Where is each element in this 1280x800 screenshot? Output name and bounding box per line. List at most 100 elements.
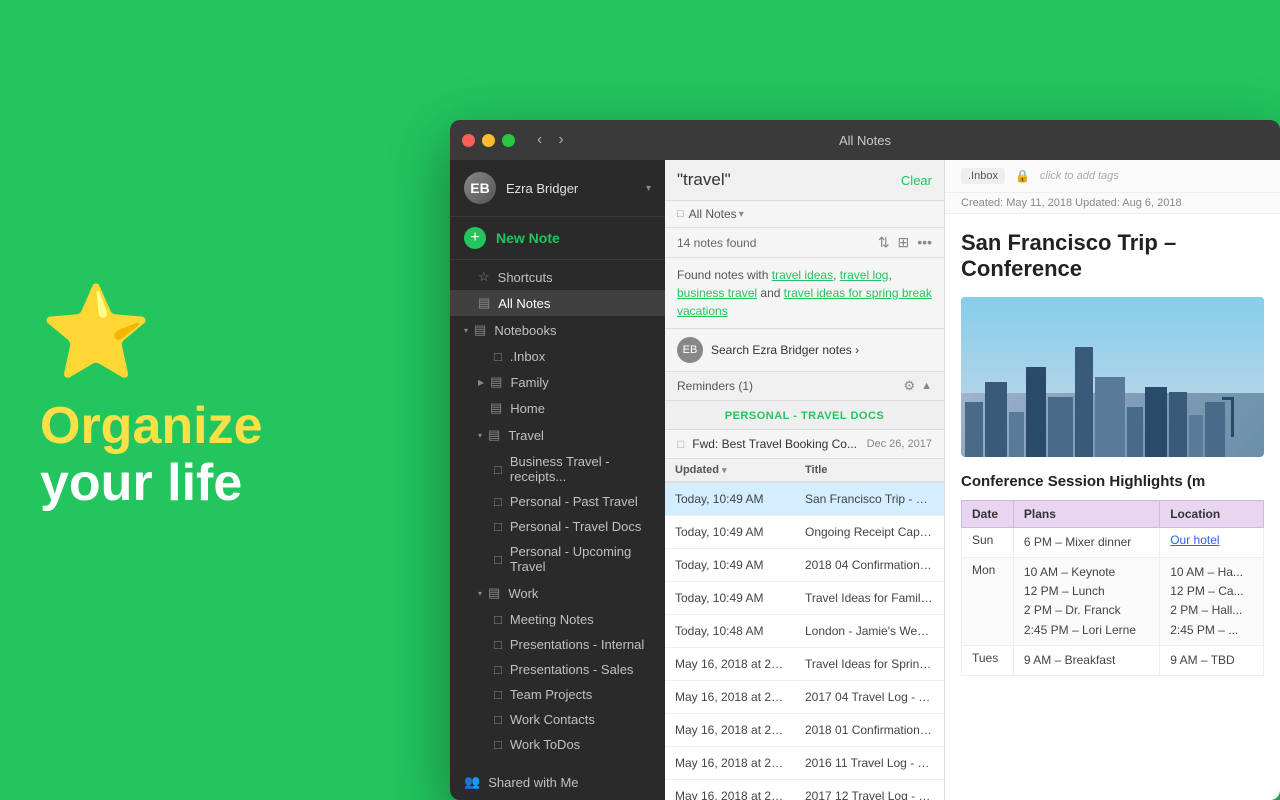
tagline-life: your life	[40, 455, 410, 512]
sidebar-item-personal-travel-docs[interactable]: □ Personal - Travel Docs	[450, 514, 665, 539]
col-updated-header[interactable]: Updated ▾	[665, 459, 795, 481]
sidebar-item-work-todos[interactable]: □ Work ToDos	[450, 732, 665, 757]
building-1	[965, 402, 983, 457]
search-user-row[interactable]: EB Search Ezra Bridger notes ›	[665, 329, 944, 372]
nav-arrows: ‹ ›	[531, 129, 570, 151]
table-header-plans: Plans	[1013, 500, 1159, 527]
sidebar-item-work-contacts[interactable]: □ Work Contacts	[450, 707, 665, 732]
background-area: ⭐ Organize your life	[0, 0, 450, 800]
personal-upcoming-label: Personal - Upcoming Travel	[510, 544, 651, 574]
reminder-item[interactable]: □ Fwd: Best Travel Booking Co... Dec 26,…	[665, 430, 944, 459]
sidebar-item-personal-upcoming[interactable]: □ Personal - Upcoming Travel	[450, 539, 665, 579]
sidebar-item-family[interactable]: ▶ ▤ Family	[450, 369, 665, 395]
reminders-gear-icon[interactable]: ⚙	[903, 378, 915, 394]
new-note-button[interactable]: + New Note	[450, 217, 665, 260]
table-row[interactable]: Today, 10:48 AM London - Jamie's Wedding	[665, 615, 944, 648]
table-row[interactable]: Today, 10:49 AM 2018 04 Confirmations fo…	[665, 549, 944, 582]
note-title-2: 2018 04 Confirmations for Trav...	[795, 555, 944, 575]
tag-link-2[interactable]: travel log	[840, 268, 889, 282]
family-label: Family	[510, 375, 651, 390]
sidebar-item-work[interactable]: ▾ ▤ Work	[450, 579, 665, 607]
work-contacts-label: Work Contacts	[510, 712, 651, 727]
notebooks-triangle-icon: ▾	[464, 326, 468, 335]
sidebar-item-travel[interactable]: ▾ ▤ Travel	[450, 421, 665, 449]
presentations-internal-label: Presentations - Internal	[510, 637, 651, 652]
building-9	[1145, 387, 1167, 457]
location-cell-1: 10 AM – Ha...12 PM – Ca...2 PM – Hall...…	[1160, 557, 1264, 645]
inbox-label: .Inbox	[510, 349, 651, 364]
building-6	[1075, 347, 1093, 457]
table-row[interactable]: Today, 10:49 AM San Francisco Trip - Con…	[665, 483, 944, 516]
nav-back-button[interactable]: ‹	[531, 129, 548, 151]
table-row[interactable]: May 16, 2018 at 2:07 PM 2017 12 Travel L…	[665, 780, 944, 800]
clear-search-button[interactable]: Clear	[901, 173, 932, 188]
reminder-note-icon: □	[677, 437, 684, 451]
user-row[interactable]: EB Ezra Bridger ▾	[450, 160, 665, 217]
sidebar-item-all-notes[interactable]: ▤ All Notes	[450, 290, 665, 316]
shared-icon: 👥	[464, 774, 480, 790]
note-title-7: 2018 01 Confirmations for Trav...	[795, 720, 944, 740]
scope-arrow-icon: ▾	[739, 209, 744, 220]
maximize-button[interactable]	[502, 134, 515, 147]
note-updated-7: May 16, 2018 at 2:13 PM	[665, 720, 795, 740]
table-row[interactable]: May 16, 2018 at 2:07 PM 2016 11 Travel L…	[665, 747, 944, 780]
search-user-text: Search Ezra Bridger notes ›	[711, 343, 859, 357]
notebooks-header[interactable]: ▾ ▤ Notebooks	[450, 316, 665, 344]
note-title-6: 2017 04 Travel Log - Toronto	[795, 687, 944, 707]
sidebar-item-presentations-sales[interactable]: □ Presentations - Sales	[450, 657, 665, 682]
title-bar: ‹ › All Notes	[450, 120, 1280, 160]
nav-forward-button[interactable]: ›	[552, 129, 569, 151]
note-section-title: Conference Session Highlights (m	[961, 473, 1264, 490]
sidebar-item-shortcuts[interactable]: ☆ Shortcuts	[450, 264, 665, 290]
note-icon-6: □	[494, 637, 502, 652]
window-controls	[462, 134, 515, 147]
more-options-icon[interactable]: •••	[917, 234, 932, 251]
sidebar-item-team-projects[interactable]: □ Team Projects	[450, 682, 665, 707]
sidebar-item-meeting-notes[interactable]: □ Meeting Notes	[450, 607, 665, 632]
note-title: San Francisco Trip – Conference	[961, 230, 1264, 283]
sidebar-item-business-travel[interactable]: □ Business Travel - receipts...	[450, 449, 665, 489]
conference-row: Sun 6 PM – Mixer dinner Our hotel	[962, 527, 1264, 557]
reminders-collapse-icon[interactable]: ▲	[921, 380, 932, 392]
tag-link-3[interactable]: business travel	[677, 286, 757, 300]
sidebar-item-personal-past[interactable]: □ Personal - Past Travel	[450, 489, 665, 514]
reminder-notebook: PERSONAL - TRAVEL DOCS	[665, 401, 944, 430]
note-updated-1: Today, 10:49 AM	[665, 522, 795, 542]
table-row[interactable]: May 16, 2018 at 2:15 PM 2017 04 Travel L…	[665, 681, 944, 714]
sidebar-item-inbox[interactable]: □ .Inbox	[450, 344, 665, 369]
minimize-button[interactable]	[482, 134, 495, 147]
note-title-8: 2016 11 Travel Log - Tokyo	[795, 753, 944, 773]
notebooks-label: Notebooks	[494, 323, 556, 338]
table-row[interactable]: May 16, 2018 at 2:13 PM 2018 01 Confirma…	[665, 714, 944, 747]
work-todos-label: Work ToDos	[510, 737, 651, 752]
close-button[interactable]	[462, 134, 475, 147]
tag-link-1[interactable]: travel ideas	[772, 268, 833, 282]
home-label: Home	[510, 401, 651, 416]
view-toggle-icon[interactable]: ⊞	[898, 234, 910, 251]
app-window: ‹ › All Notes EB Ezra Bridger ▾ + New No…	[450, 120, 1280, 800]
sidebar-item-presentations-internal[interactable]: □ Presentations - Internal	[450, 632, 665, 657]
search-scope[interactable]: □ All Notes ▾	[665, 201, 944, 228]
sidebar-item-home[interactable]: ▤ Home	[450, 395, 665, 421]
sidebar-item-shared[interactable]: 👥 Shared with Me	[450, 769, 665, 795]
table-row[interactable]: May 16, 2018 at 2:20 PM Travel Ideas for…	[665, 648, 944, 681]
sidebar-item-tags[interactable]: ▶ 🏷 Tags	[450, 795, 665, 800]
col-title-header[interactable]: Title	[795, 459, 944, 481]
search-bar: "travel" Clear	[665, 160, 944, 201]
table-row[interactable]: Today, 10:49 AM Ongoing Receipt Captures…	[665, 516, 944, 549]
location-link-0[interactable]: Our hotel	[1170, 533, 1219, 547]
building-10	[1169, 392, 1187, 457]
conference-row: Mon 10 AM – Keynote12 PM – Lunch2 PM – D…	[962, 557, 1264, 645]
street-lamp	[1231, 397, 1234, 437]
table-row[interactable]: Today, 10:49 AM Travel Ideas for Family …	[665, 582, 944, 615]
note-title-9: 2017 12 Travel Log - Maui	[795, 786, 944, 800]
note-icon-2: □	[494, 494, 502, 509]
note-icon-8: □	[494, 687, 502, 702]
note-updated-4: Today, 10:48 AM	[665, 621, 795, 641]
and-text: and	[760, 286, 780, 300]
note-icon-3: □	[494, 519, 502, 534]
sort-icon[interactable]: ⇅	[878, 234, 890, 251]
note-tags-placeholder[interactable]: click to add tags	[1040, 170, 1119, 182]
star-sidebar-icon: ☆	[478, 269, 490, 285]
location-cell-2: 9 AM – TBD	[1160, 645, 1264, 675]
